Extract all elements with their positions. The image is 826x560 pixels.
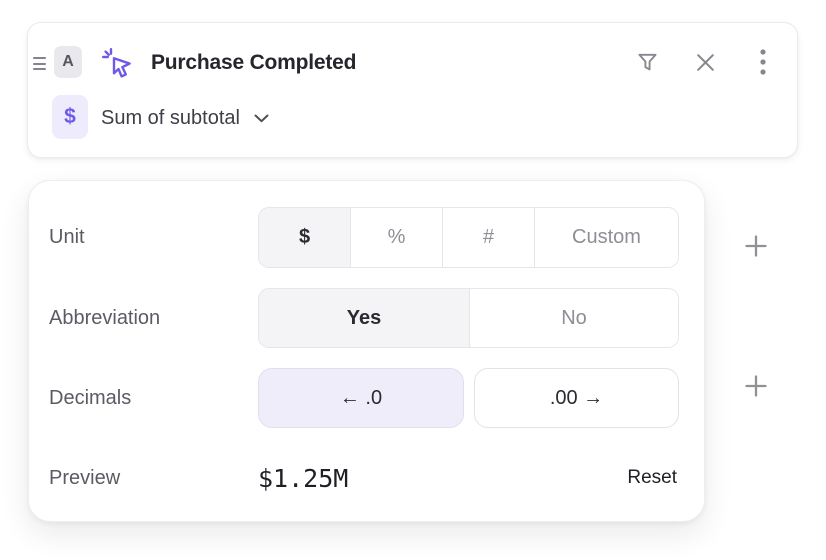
metric-format-editor: A Purchase Completed [0,0,826,560]
drag-handle-icon[interactable] [33,57,46,70]
preview-label: Preview [49,467,258,490]
unit-option-dollar[interactable]: $ [259,208,350,267]
unit-option-percent[interactable]: % [350,208,442,267]
kebab-menu-icon[interactable] [750,49,776,75]
unit-segmented-control: $ % # Custom [258,207,679,268]
cursor-click-icon [100,46,134,80]
reset-button[interactable]: Reset [627,467,677,489]
event-card: A Purchase Completed [27,22,798,158]
abbreviation-option-yes[interactable]: Yes [259,289,469,347]
add-button-top[interactable] [742,232,770,260]
plus-icon [744,374,768,398]
abbreviation-segmented-control: Yes No [258,288,679,348]
unit-label: Unit [49,207,85,268]
abbreviation-option-no[interactable]: No [469,289,678,347]
add-button-bottom[interactable] [742,372,770,400]
chevron-down-icon [254,114,269,123]
unit-option-number[interactable]: # [442,208,534,267]
event-order-badge: A [54,46,82,78]
metric-selector[interactable]: Sum of subtotal [101,103,269,133]
event-title[interactable]: Purchase Completed [151,49,356,77]
metric-label: Sum of subtotal [101,107,240,130]
decimals-decrease-button[interactable]: ← .0 [258,368,464,428]
decimals-label: Decimals [49,368,131,428]
abbreviation-label: Abbreviation [49,288,160,348]
filter-icon[interactable] [634,49,660,75]
preview-row: Preview $1.25M Reset [49,462,677,494]
decimals-increase-button[interactable]: .00 → [474,368,679,428]
plus-icon [744,234,768,258]
preview-value: $1.25M [258,464,627,493]
close-icon[interactable] [692,49,718,75]
event-card-actions [634,49,776,75]
unit-option-custom[interactable]: Custom [534,208,678,267]
dollar-metric-icon: $ [52,95,88,139]
format-panel: Unit $ % # Custom Abbreviation Yes No De… [28,180,705,522]
